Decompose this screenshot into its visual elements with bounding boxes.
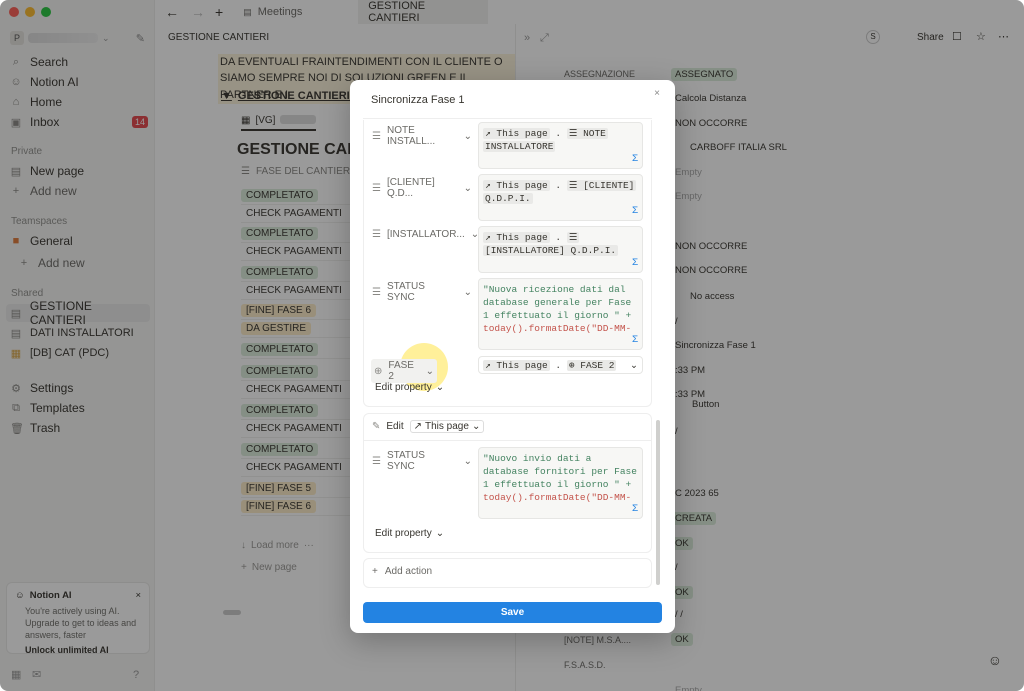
list-icon: ☰ xyxy=(372,455,381,467)
chevron-down-icon: ⌄ xyxy=(435,528,445,539)
value-cliente-qdpi[interactable]: ↗ This page . ☰ [CLIENTE] Q.D.P.I. Σ xyxy=(478,174,643,221)
list-icon: ☰ xyxy=(372,286,381,298)
formula-sigma-icon: Σ xyxy=(631,258,638,269)
plus-icon: + xyxy=(372,566,378,577)
close-icon[interactable]: × xyxy=(650,87,664,101)
prop-status-sync-2[interactable]: ☰ STATUS SYNC ⌄ xyxy=(372,450,472,472)
prop-cliente-qdpi[interactable]: ☰ [CLIENTE] Q.D... ⌄ xyxy=(372,177,472,199)
value-status-sync-2[interactable]: "Nuovo invio dati a database fornitori p… xyxy=(478,447,643,519)
list-icon: ☰ xyxy=(372,229,381,240)
value-fase-2[interactable]: ↗ This page . ⊕ FASE 2 ⌄ xyxy=(478,356,643,374)
this-page-selector[interactable]: ↗ This page ⌄ xyxy=(409,420,485,433)
value-note-installatore[interactable]: ↗ This page . ☰ NOTE INSTALLATORE Σ xyxy=(478,122,643,169)
formula-sigma-icon: Σ xyxy=(631,504,638,515)
formula-sigma-icon: Σ xyxy=(631,206,638,217)
prop-installatore-qdpi[interactable]: ☰ [INSTALLATOR... ⌄ xyxy=(372,229,479,240)
edit-property-button[interactable]: Edit property ⌄ xyxy=(375,382,444,393)
chevron-down-icon: ⌄ xyxy=(630,360,638,371)
list-icon: ☰ xyxy=(372,130,381,142)
dialog-title: Sincronizza Fase 1 xyxy=(371,94,465,106)
edit-property-button-2[interactable]: Edit property ⌄ xyxy=(375,528,444,539)
save-button[interactable]: Save xyxy=(363,602,662,623)
action-header: ✎ Edit ↗ This page ⌄ xyxy=(372,420,485,433)
add-action-button[interactable]: + Add action xyxy=(372,566,432,577)
formula-sigma-icon: Σ xyxy=(631,154,638,165)
prop-status-sync[interactable]: ☰ STATUS SYNC ⌄ xyxy=(372,281,472,303)
value-status-sync[interactable]: "Nuova ricezione dati dal database gener… xyxy=(478,278,643,350)
app-window: P ⌄ ✎ ⌕ Search ☺ Notion AI ⌂ Home ▣ Inbox 14 … xyxy=(0,0,1024,691)
chevron-down-icon: ⌄ xyxy=(471,421,481,432)
chevron-down-icon: ⌄ xyxy=(425,365,434,377)
value-installatore-qdpi[interactable]: ↗ This page . ☰ [INSTALLATORE] Q.D.P.I. Σ xyxy=(478,226,643,273)
edit-icon: ✎ xyxy=(372,421,381,432)
prop-note-installatore[interactable]: ☰ NOTE INSTALL... ⌄ xyxy=(372,125,472,147)
prop-fase-2[interactable]: ⊕ FASE 2 ⌄ xyxy=(371,359,437,383)
chevron-down-icon: ⌄ xyxy=(463,286,472,298)
sync-dialog: Sincronizza Fase 1 × ☰ NOTE INSTALL... ⌄ ↗… xyxy=(350,80,675,633)
chevron-down-icon: ⌄ xyxy=(463,130,472,142)
list-icon: ☰ xyxy=(372,182,381,194)
chevron-down-icon: ⌄ xyxy=(463,182,472,194)
formula-sigma-icon: Σ xyxy=(631,335,638,346)
chevron-down-icon: ⌄ xyxy=(435,382,445,393)
relation-icon: ⊕ xyxy=(374,365,383,377)
chevron-down-icon: ⌄ xyxy=(463,455,472,467)
modal-scrollbar[interactable] xyxy=(656,420,660,585)
